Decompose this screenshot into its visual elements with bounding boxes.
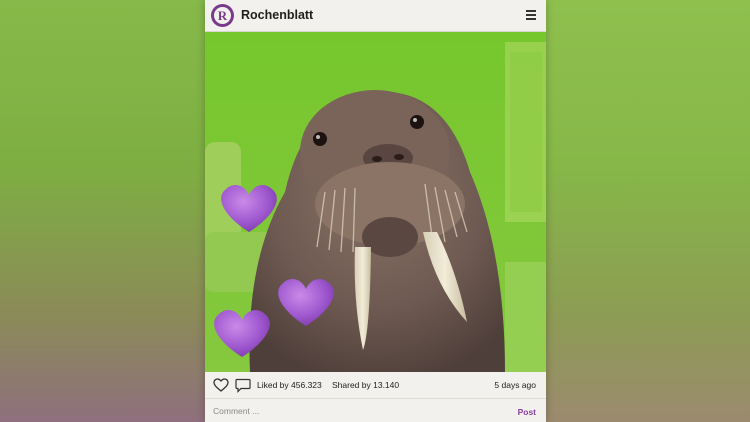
post-image[interactable] [205,32,546,372]
post-header: R Rochenblatt [205,0,546,32]
comment-bar: Post [205,399,546,422]
speech-bubble-icon[interactable] [235,378,251,393]
shares-count[interactable]: Shared by 13.140 [332,380,399,390]
post-date: 5 days ago [494,380,536,390]
comment-input[interactable] [211,404,505,418]
background-right [545,0,750,422]
heart-outline-icon[interactable] [213,378,229,392]
walrus-photo [205,32,546,372]
post-card: R Rochenblatt Liked by 456.323 Shared by… [205,0,546,422]
post-button[interactable]: Post [518,407,536,417]
avatar[interactable]: R [211,4,234,27]
account-name[interactable]: Rochenblatt [241,8,313,22]
hamburger-menu-icon[interactable] [526,10,536,20]
background-left [0,0,205,422]
avatar-letter: R [214,7,231,24]
likes-count[interactable]: Liked by 456.323 [257,380,322,390]
post-actions-bar: Liked by 456.323 Shared by 13.140 5 days… [205,372,546,399]
